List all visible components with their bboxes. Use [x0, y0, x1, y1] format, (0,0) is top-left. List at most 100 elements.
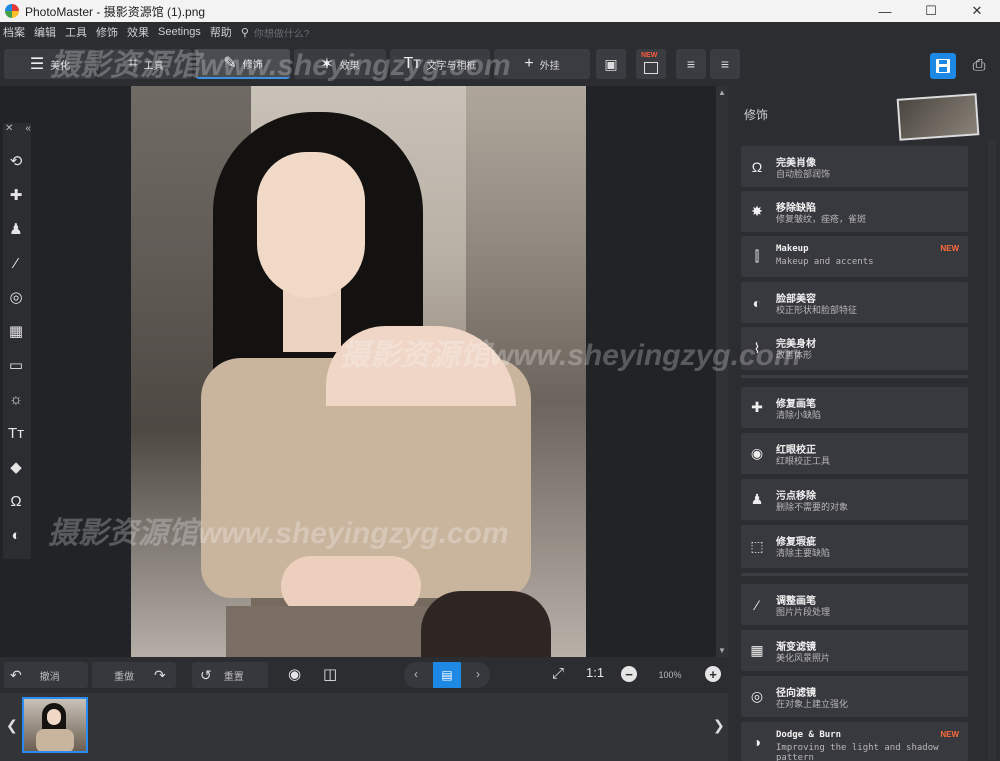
image-canvas[interactable] [0, 86, 716, 657]
makeup-icon: ⫿ [754, 248, 760, 264]
scroll-up-icon[interactable]: ▲ [718, 88, 726, 97]
panel-item-red-eye[interactable]: ◉ 红眼校正 红眼校正工具 [741, 433, 968, 474]
zoom-out-icon[interactable]: − [621, 666, 637, 682]
tab-tools[interactable]: ⌗ 工具 [100, 49, 192, 79]
panel-item-face-sculpt[interactable]: ◐ 脸部美容 校正形状和脸部特征 [741, 282, 968, 323]
close-button[interactable]: ✕ [954, 0, 1000, 22]
item-name: Makeup [776, 244, 809, 254]
actual-size-button[interactable]: 1:1 [586, 665, 604, 680]
filmstrip-next-icon[interactable]: ❯ [713, 717, 725, 734]
canvas-scrollbar[interactable]: ▲ ▼ [716, 86, 728, 657]
eye-icon: ◉ [750, 445, 764, 461]
filmstrip-prev-icon[interactable]: ❮ [6, 717, 18, 734]
photo-preview[interactable] [131, 86, 586, 657]
sliders-icon: ☰ [29, 56, 45, 73]
panel-scrollbar[interactable] [988, 140, 996, 760]
eye-preview-icon[interactable]: ◉ [288, 665, 301, 683]
zoom-value[interactable]: 100% [646, 666, 694, 684]
text-icon: Tт [403, 55, 421, 72]
stamp-tool-icon[interactable]: ♟ [5, 218, 27, 240]
panel-item-perfect-portrait[interactable]: Ω 完美肖像 自动脸部润饰 [741, 146, 968, 187]
tab-enhance[interactable]: ☰ 美化 [4, 49, 96, 79]
open-folder-button[interactable]: ▤ [433, 662, 461, 688]
undo-button[interactable]: ↶ 撤消 [4, 662, 88, 688]
search-input[interactable]: 你想做什么? [254, 25, 310, 40]
radial-filter-icon: ◎ [750, 688, 764, 704]
tab-effects[interactable]: ✶ 效果 [294, 49, 386, 79]
panel-item-adjust-brush[interactable]: ⁄ 调整画笔 图片片段处理 [741, 584, 968, 625]
menu-edit[interactable]: 编辑 [34, 24, 56, 40]
radial-tool-icon[interactable]: ◎ [5, 286, 27, 308]
vignette-tool-icon[interactable]: ▭ [5, 354, 27, 376]
panel-item-radial-filter[interactable]: ◎ 径向滤镜 在对象上建立强化 [741, 676, 968, 717]
panel-item-gradient-filter[interactable]: ▦ 渐变滤镜 美化风景照片 [741, 630, 968, 671]
panel-item-healing-brush[interactable]: ✚ 修复画笔 清除小缺陷 [741, 387, 968, 428]
close-toolbox-icon[interactable]: ✕ [5, 123, 13, 139]
portrait-tool-icon[interactable]: Ω [5, 490, 27, 512]
face-sculpt-icon: ◐ [752, 294, 762, 311]
tab-label: 修饰 [242, 59, 263, 71]
rotate-tool-icon[interactable]: ⟲ [5, 150, 27, 172]
panel-item-body[interactable]: ⌇ 完美身材 改善体形 [741, 327, 968, 370]
preset-history-button[interactable]: ≡ [710, 49, 740, 79]
gradient-tool-icon[interactable]: ▦ [5, 320, 27, 342]
add-preset-button[interactable]: ≡ [676, 49, 706, 79]
menu-effects[interactable]: 效果 [127, 24, 149, 40]
undo-label: 撤消 [39, 671, 60, 683]
item-desc: 红眼校正工具 [776, 456, 831, 466]
item-desc: 美化风景照片 [776, 653, 831, 663]
panel-item-dodge-burn[interactable]: ◑ Dodge & Burn Improving the light and s… [741, 722, 968, 761]
dodge-burn-icon: ◑ [752, 733, 762, 750]
menu-file[interactable]: 档案 [3, 24, 25, 40]
zoom-in-icon[interactable]: + [705, 666, 721, 682]
reset-icon: ↺ [200, 666, 212, 683]
tab-plugins[interactable]: + 外挂 [494, 49, 590, 79]
menu-settings[interactable]: Seetings [158, 26, 201, 38]
fill-tool-icon[interactable]: ◆ [5, 456, 27, 478]
search-icon[interactable]: ⚲ [241, 26, 249, 39]
next-image-icon[interactable]: › [476, 667, 480, 681]
scroll-down-icon[interactable]: ▼ [718, 646, 726, 655]
minimize-button[interactable]: — [862, 0, 908, 22]
healing-tool-icon[interactable]: ✚ [5, 184, 27, 206]
prev-image-icon[interactable]: ‹ [414, 667, 418, 681]
new-collage-button[interactable]: NEW [636, 49, 666, 79]
panel-item-makeup[interactable]: ⫿ Makeup Makeup and accents NEW [741, 236, 968, 277]
tab-label: 美化 [50, 60, 71, 72]
image-button[interactable]: ▣ [596, 49, 626, 79]
menu-help[interactable]: 帮助 [210, 24, 232, 40]
fit-screen-icon[interactable]: ⤢ [552, 665, 564, 682]
crop-icon: ⌗ [128, 55, 138, 72]
filmstrip: ❮ ❯ [0, 693, 728, 761]
brush-tool-icon[interactable]: ⁄ [5, 252, 27, 274]
face-tool-icon[interactable]: ◐ [5, 524, 27, 546]
item-desc: Makeup and accents [776, 257, 874, 267]
redo-button[interactable]: 重做 ↷ [92, 662, 176, 688]
image-navigator: ‹ ▤ › [404, 662, 490, 688]
save-button[interactable] [930, 53, 956, 79]
panel-item-spot-removal[interactable]: ♟ 污点移除 删除不需要的对象 [741, 479, 968, 520]
undo-icon: ↶ [10, 666, 22, 683]
compare-icon[interactable]: ◫ [323, 665, 337, 683]
panel-divider [741, 375, 968, 378]
print-button[interactable]: ⎙ [966, 53, 992, 79]
menu-tools[interactable]: 工具 [65, 24, 87, 40]
panel-item-remove-blemish[interactable]: ✸ 移除缺陷 修复皱纹，痤疮，雀斑 [741, 191, 968, 232]
healing-brush-icon: ✚ [751, 399, 763, 415]
menu-retouch[interactable]: 修饰 [96, 24, 118, 40]
tab-text-frames[interactable]: Tт 文字与相框 [390, 49, 490, 79]
item-desc: 在对象上建立强化 [776, 699, 849, 709]
maximize-button[interactable]: ☐ [908, 0, 954, 22]
panel-item-fix-flaws[interactable]: ⬚ 修复瑕疵 清除主要缺陷 [741, 525, 968, 568]
filmstrip-thumbnail[interactable] [22, 697, 88, 753]
text-tool-icon[interactable]: Tт [5, 422, 27, 444]
light-tool-icon[interactable]: ☼ [5, 388, 27, 410]
item-desc: 改善体形 [776, 350, 813, 360]
tab-retouch[interactable]: ✎ 修饰 [196, 49, 290, 79]
app-logo-icon [5, 4, 19, 18]
reset-button[interactable]: ↺ 重置 [192, 662, 268, 688]
body-icon: ⌇ [753, 340, 761, 356]
collapse-toolbox-icon[interactable]: « [25, 123, 31, 139]
panel-title: 修饰 [744, 108, 769, 122]
item-desc: 删除不需要的对象 [776, 502, 849, 512]
